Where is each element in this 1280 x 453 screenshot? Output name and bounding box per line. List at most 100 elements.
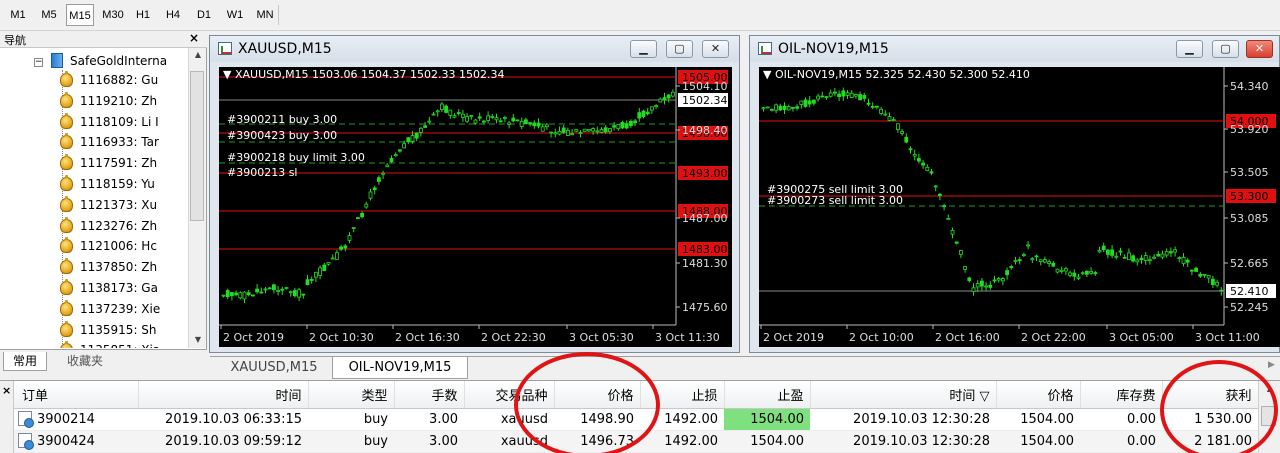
account-item[interactable]: 1137850: Zh <box>58 258 157 277</box>
account-item[interactable]: 1119210: Zh <box>58 91 157 111</box>
timeframe-m5-button[interactable]: M5 <box>34 4 64 26</box>
x-tick-label: 2 Oct 2019 <box>223 331 284 344</box>
candle-body <box>1084 270 1089 275</box>
terminal-close-icon[interactable]: × <box>2 384 11 397</box>
chart-tabs: XAUUSD,M15 OIL-NOV19,M15 ▶ <box>210 356 1280 379</box>
cell-value: 2019.10.03 09:59:12 <box>165 433 302 449</box>
account-item[interactable]: 1118159: Yu <box>58 175 155 194</box>
order-label: #3900213 sl <box>227 166 298 179</box>
column-header[interactable]: 时间 <box>138 381 309 409</box>
price-level-label: 1483.00 <box>682 243 728 256</box>
cell-value: 1504.00 <box>1020 433 1074 449</box>
navigator-scroll-thumb[interactable] <box>190 71 204 221</box>
table-cell: 1492.00 <box>640 430 724 453</box>
account-label: 1135851: Xia <box>80 343 160 348</box>
candle-body <box>242 291 247 300</box>
account-item[interactable]: 1121373: Xu <box>58 195 158 215</box>
account-item[interactable]: 1118109: Li I <box>58 112 159 132</box>
table-cell: 1504.00 <box>996 408 1080 431</box>
account-item[interactable]: 1138173: Ga <box>58 279 158 298</box>
candle-body <box>1152 256 1157 259</box>
candle-body <box>1017 259 1022 261</box>
candle-body <box>799 100 804 105</box>
account-item[interactable]: 1117591: Zh <box>58 154 157 173</box>
column-header[interactable]: 止盈 <box>724 381 811 409</box>
chart-window-titlebar[interactable]: XAUUSD,M15 ▁ ▢ ✕ <box>210 36 739 62</box>
column-header[interactable]: 价格 <box>996 381 1081 409</box>
scroll-up-icon[interactable]: ▲ <box>189 50 207 59</box>
candle-body <box>376 177 381 182</box>
account-item[interactable]: 1121006: Hc <box>58 237 157 256</box>
navigator-close-icon[interactable]: × <box>189 31 199 45</box>
candle-body <box>263 288 268 291</box>
timeframe-h1-button[interactable]: H1 <box>130 4 156 26</box>
account-label: 1121373: Xu <box>80 197 158 212</box>
account-label: 1137239: Xie <box>80 301 161 316</box>
candle-body <box>954 241 959 244</box>
minimize-button[interactable]: ▁ <box>1176 40 1203 58</box>
account-item[interactable]: 1116933: Tar <box>58 133 159 152</box>
chart-window-titlebar[interactable]: OIL-NOV19,M15 ▁ ▢ ✕ <box>750 36 1279 62</box>
timeframe-h4-button[interactable]: H4 <box>160 4 186 26</box>
tab-oil[interactable]: OIL-NOV19,M15 <box>332 357 468 379</box>
candle-body <box>477 116 482 119</box>
close-window-button[interactable]: ✕ <box>702 40 729 58</box>
candle-body <box>996 278 1001 281</box>
candle-body <box>992 279 997 282</box>
tab-xauusd[interactable]: XAUUSD,M15 <box>218 357 330 379</box>
price-chart-xauusd[interactable]: 1505.00 1498.00 1493.00 1488.00 1483.00 1502.… <box>219 67 732 347</box>
account-item[interactable]: 1137239: Xie <box>58 299 161 319</box>
timeframe-d1-button[interactable]: D1 <box>190 4 218 26</box>
tree-root-server[interactable]: − SafeGoldInterna <box>34 52 167 70</box>
maximize-button[interactable]: ▢ <box>666 40 693 58</box>
column-header[interactable]: 库存费 <box>1080 381 1163 409</box>
timeframe-m15-button[interactable]: M15 <box>66 4 94 26</box>
chart-window-xauusd[interactable]: XAUUSD,M15 ▁ ▢ ✕ 1505.00 1498.00 1493.00 14… <box>209 35 740 353</box>
candle-body <box>670 91 675 97</box>
candle-body <box>318 267 322 276</box>
timeframe-m30-button[interactable]: M30 <box>98 4 128 26</box>
candle-body <box>624 123 629 129</box>
timeframe-w1-button[interactable]: W1 <box>222 4 248 26</box>
server-icon <box>51 53 63 68</box>
candle-body <box>1177 257 1182 259</box>
account-item[interactable]: 1135915: Sh <box>58 320 157 340</box>
candle-body <box>293 290 297 297</box>
timeframe-m1-button[interactable]: M1 <box>4 4 32 26</box>
maximize-button[interactable]: ▢ <box>1212 40 1239 58</box>
chart-window-title: XAUUSD,M15 <box>238 41 332 57</box>
collapse-icon[interactable]: − <box>34 58 43 67</box>
chart-window-oil[interactable]: OIL-NOV19,M15 ▁ ▢ ✕ 54.000 53.300 52.410 54… <box>749 35 1280 353</box>
column-header[interactable]: 手数 <box>394 381 465 409</box>
candle-body <box>1089 270 1094 274</box>
column-header[interactable]: 时间 ▽ <box>810 381 997 409</box>
candle-body <box>486 115 491 121</box>
account-item[interactable]: 1135851: Xia <box>58 341 160 348</box>
x-tick-label: 2 Oct 10:00 <box>849 331 914 344</box>
account-icon <box>58 154 74 171</box>
candle-body <box>301 293 306 296</box>
minimize-button[interactable]: ▁ <box>630 40 657 58</box>
close-window-button[interactable]: ✕ <box>1246 40 1273 58</box>
candle-body <box>385 164 390 168</box>
candle-body <box>824 96 829 98</box>
timeframe-mn-button[interactable]: MN <box>252 4 278 26</box>
candle-body <box>603 127 608 133</box>
tab-common[interactable]: 常用 <box>3 352 47 371</box>
y-tick-label: 53.505 <box>1230 166 1269 179</box>
account-tree: − SafeGoldInterna 1116882: Gu 1119210: Zh 11… <box>0 48 188 348</box>
cell-value: 0.00 <box>1127 411 1156 427</box>
tab-favorites[interactable]: 收藏夹 <box>55 352 115 371</box>
account-item[interactable]: 1123276: Zh <box>58 216 157 236</box>
column-header[interactable]: 订单 <box>14 381 139 409</box>
server-label: SafeGoldInterna <box>70 54 168 68</box>
table-cell: 3.00 <box>394 408 464 431</box>
account-item[interactable]: 1116882: Gu <box>58 71 158 90</box>
column-header[interactable]: 类型 <box>308 381 395 409</box>
tab-scroll-right-icon[interactable]: ▶ <box>1268 360 1275 370</box>
scroll-down-icon[interactable]: ▼ <box>189 335 207 344</box>
candle-body <box>1055 268 1060 273</box>
price-level-label: 53.300 <box>1230 190 1269 203</box>
chart-window-title: OIL-NOV19,M15 <box>778 41 889 57</box>
price-chart-oil[interactable]: 54.000 53.300 52.410 54.340 53.920 53.505 53.0… <box>759 67 1280 347</box>
